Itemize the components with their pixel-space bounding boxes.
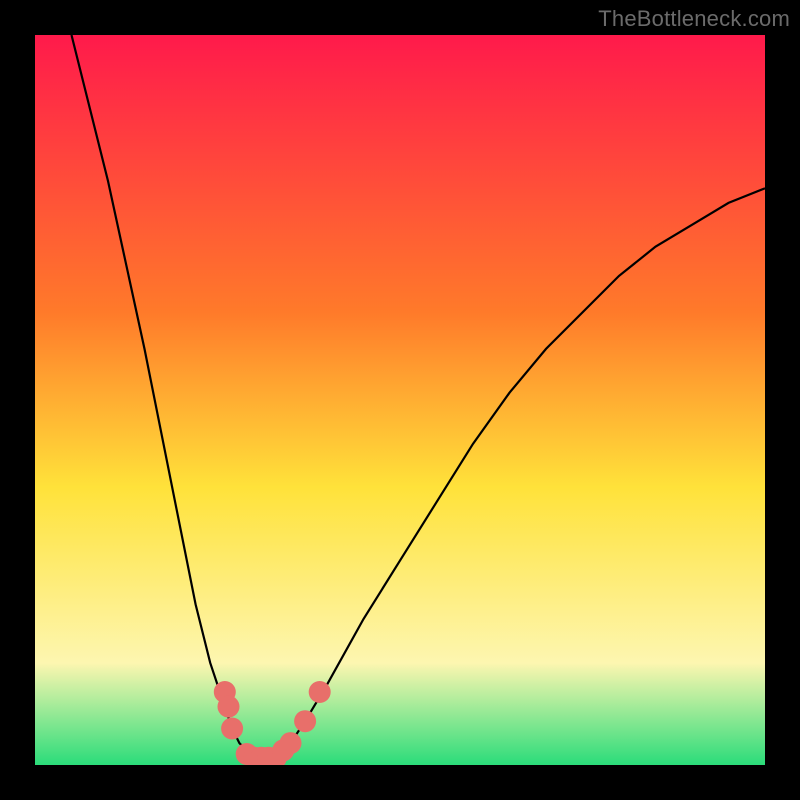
plot-area <box>35 35 765 765</box>
watermark-text: TheBottleneck.com <box>598 6 790 32</box>
data-marker <box>309 681 331 703</box>
data-marker <box>221 718 243 740</box>
bottleneck-chart <box>35 35 765 765</box>
data-marker <box>294 710 316 732</box>
gradient-background <box>35 35 765 765</box>
data-marker <box>218 696 240 718</box>
chart-frame: TheBottleneck.com <box>0 0 800 800</box>
data-marker <box>280 732 302 754</box>
